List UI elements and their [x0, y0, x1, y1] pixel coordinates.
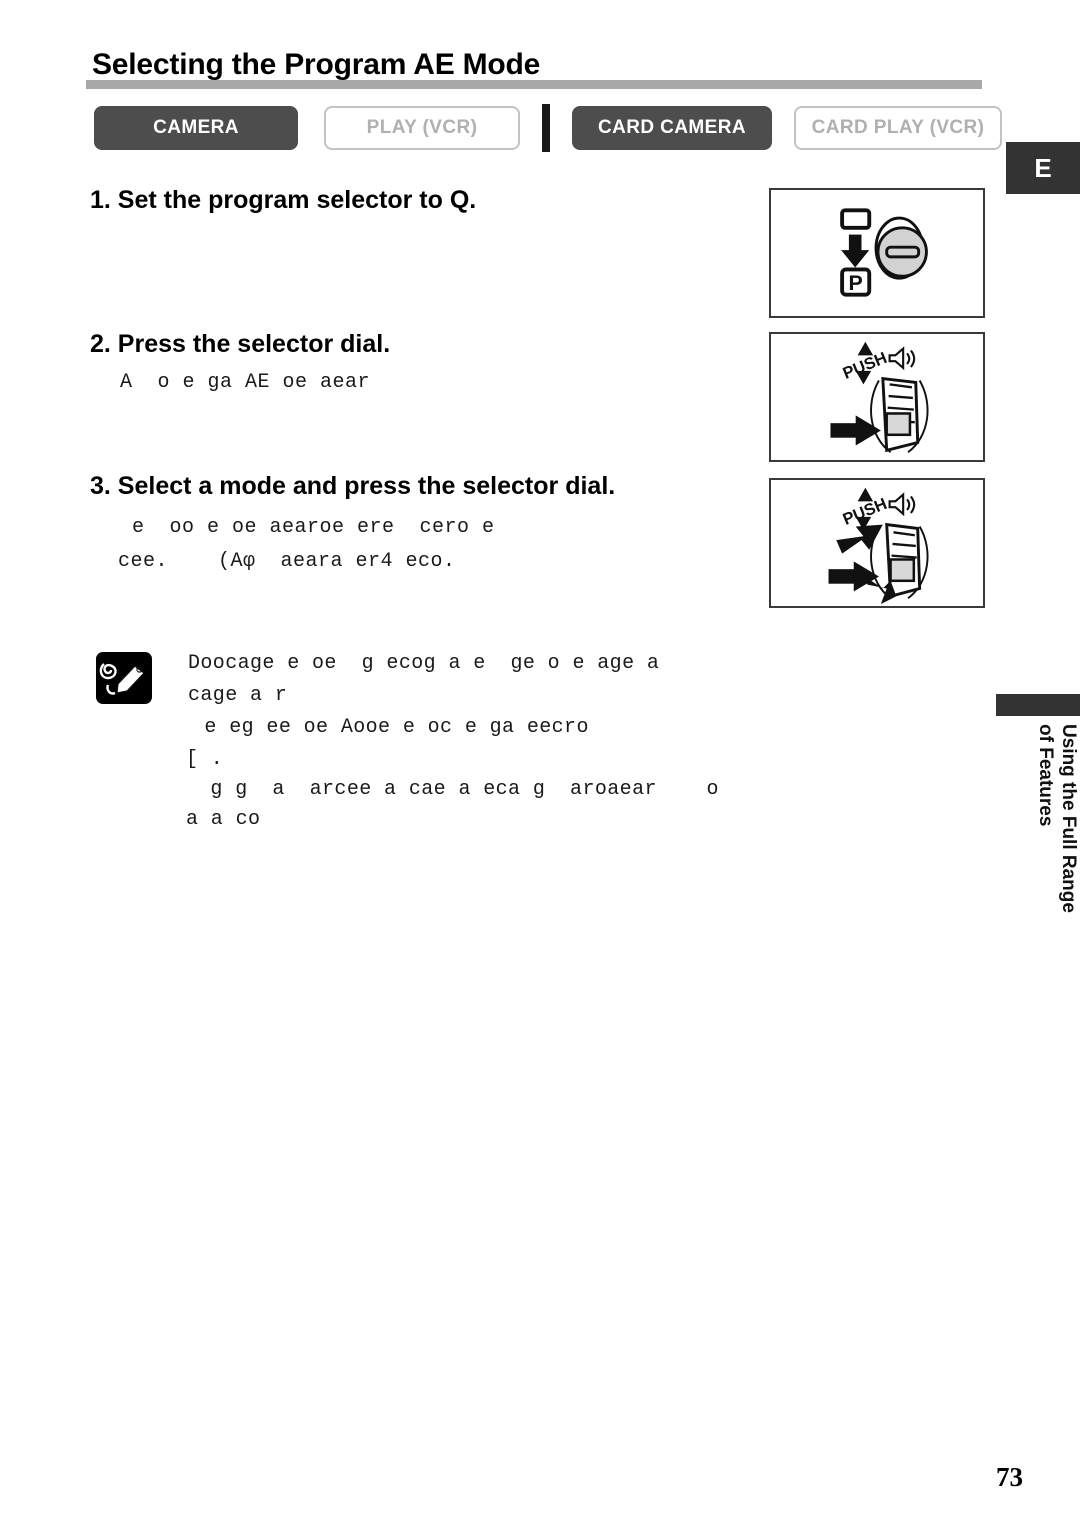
mode-tab-divider: [542, 104, 550, 152]
svg-text:P: P: [849, 271, 863, 295]
language-tab-e: E: [1006, 142, 1080, 194]
note-line-6: a a co: [186, 808, 261, 831]
mode-tab-card-play-vcr-label: CARD PLAY (VCR): [811, 117, 985, 138]
scroll-up-arrow-icon: [836, 524, 883, 554]
speaker-icon: [888, 346, 916, 371]
chapter-tab-label-line1: Using the Full Range: [1058, 724, 1079, 913]
figure-press-selector-dial: PUSH: [769, 332, 985, 462]
mode-tab-camera-label: CAMERA: [153, 117, 239, 138]
step-2-heading: 2. Press the selector dial.: [90, 330, 391, 358]
note-line-5: g g a arcee a cae a eca g aroaear o: [198, 778, 719, 801]
step-2-body-line-1: A o e ga AE oe aear: [120, 371, 371, 394]
mode-tab-card-camera-label: CARD CAMERA: [598, 117, 746, 138]
chapter-tab-label: Using the Full Range of Features: [996, 724, 1080, 984]
figure-select-mode-selector-dial: PUSH: [769, 478, 985, 608]
mode-tab-card-play-vcr[interactable]: CARD PLAY (VCR): [794, 106, 1002, 150]
note-line-1: Doocage e oe g ecog a e ge o e age a: [188, 652, 660, 675]
page-title: Selecting the Program AE Mode: [92, 48, 541, 81]
step-3-body-line-2: cee. (Aφ aeara er4 eco.: [118, 550, 456, 573]
mode-tab-camera[interactable]: CAMERA: [94, 106, 298, 150]
page-number: 73: [996, 1462, 1023, 1492]
press-arrow-icon: [830, 415, 881, 446]
auto-rectangle-icon: [840, 208, 872, 230]
figure-program-selector-dial: P: [769, 188, 985, 318]
step-3-heading: 3. Select a mode and press the selector …: [90, 472, 616, 500]
mode-tab-card-camera[interactable]: CARD CAMERA: [572, 106, 772, 150]
down-arrow-icon: [841, 234, 870, 268]
note-line-2: cage a r: [188, 684, 288, 707]
speaker-icon: [888, 492, 916, 517]
mode-tab-play-vcr-label: PLAY (VCR): [366, 117, 478, 138]
rotary-dial-icon: [874, 216, 928, 280]
mode-tab-play-vcr[interactable]: PLAY (VCR): [324, 106, 520, 150]
p-mode-icon: P: [840, 267, 872, 297]
step-1-heading: 1. Set the program selector to Q.: [90, 186, 477, 214]
mode-tab-bar: CAMERA PLAY (VCR) CARD CAMERA CARD PLAY …: [94, 104, 1002, 152]
step-3-body-line-1: e oo e oe aearoe ere cero e: [132, 516, 495, 539]
chapter-tab: Using the Full Range of Features: [996, 724, 1080, 984]
selector-dial-icon: [881, 376, 920, 453]
note-line-4: [ .: [186, 748, 224, 771]
note-pencil-icon: [96, 652, 152, 704]
chapter-tab-block: [996, 694, 1080, 716]
note-line-3: e eg ee oe Aooe e oc e ga eecro: [192, 716, 589, 739]
chapter-tab-label-line2: of Features: [1035, 724, 1056, 827]
language-tab-label: E: [1034, 152, 1052, 183]
